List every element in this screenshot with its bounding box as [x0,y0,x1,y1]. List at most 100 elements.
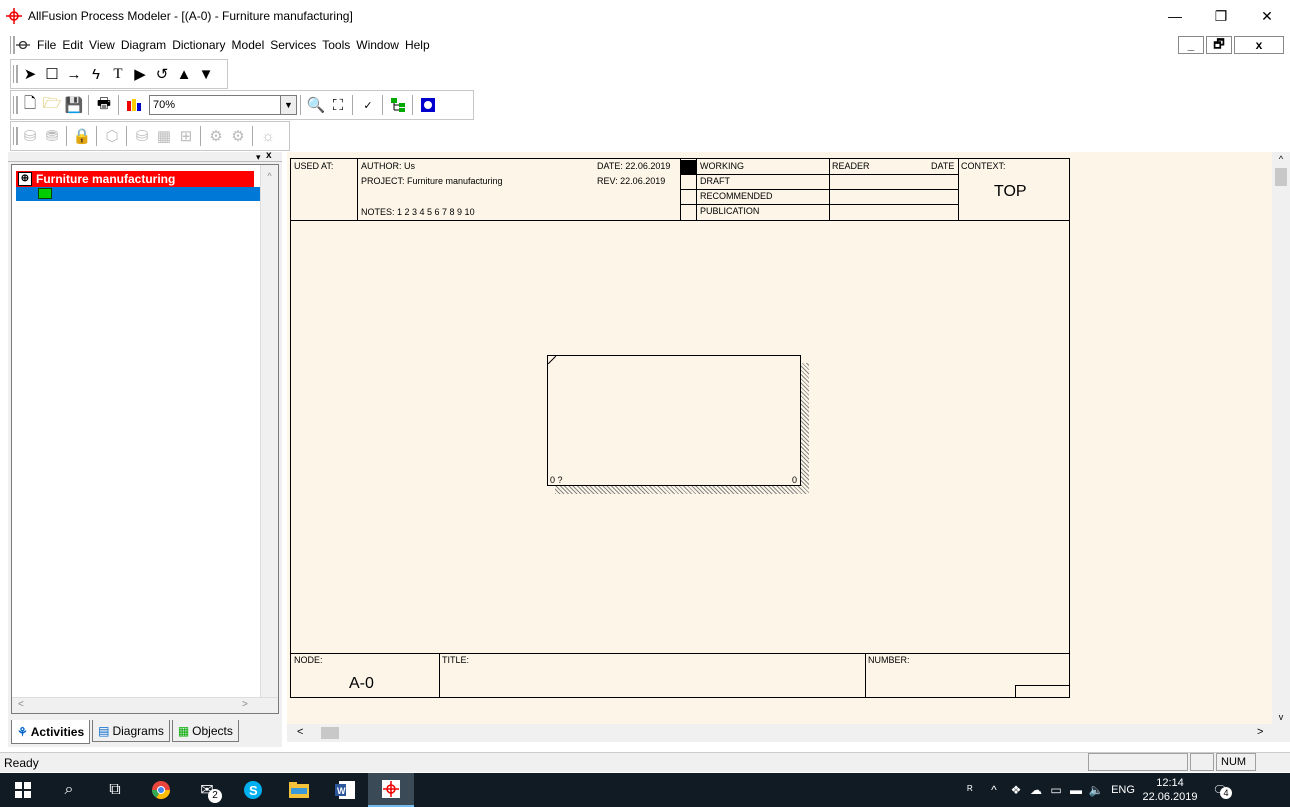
text-tool-icon[interactable]: T [107,63,129,85]
dropbox-icon[interactable]: ❖ [1006,783,1026,797]
windows-start-icon[interactable] [0,773,46,807]
scroll-right-icon[interactable]: > [1257,726,1263,738]
print-icon[interactable]: 🖶 [93,94,115,116]
arrow-tool-icon[interactable]: → [63,63,85,85]
diagram-workspace[interactable]: USED AT: AUTHOR: Us PROJECT: Furniture m… [287,152,1290,742]
workspace-vertical-scrollbar[interactable]: ^ v [1272,152,1290,726]
workspace-horizontal-scrollbar[interactable]: < > [287,724,1290,742]
save-icon[interactable]: 💾 [63,94,85,116]
volume-icon[interactable]: 🔈 [1086,783,1106,797]
tab-activities[interactable]: ⚘ Activities [11,720,91,744]
lock-icon[interactable]: 🔒 [71,125,93,147]
file-explorer-icon[interactable] [276,773,322,807]
task-view-icon[interactable]: ⧉ [92,773,138,807]
menu-dictionary[interactable]: Dictionary [169,38,228,52]
new-icon[interactable]: 🗋 [19,94,41,116]
menu-file[interactable]: File [34,38,59,52]
panel-close-icon[interactable]: x [266,150,278,162]
menu-edit[interactable]: Edit [59,38,86,52]
menu-window[interactable]: Window [353,38,402,52]
tree-horizontal-scrollbar[interactable]: < > [12,697,278,713]
panel-dock-icon[interactable]: ▾ [256,152,266,162]
toolbar-grip[interactable] [13,65,16,83]
tab-objects[interactable]: ▦ Objects [171,720,239,742]
mart-options-icon[interactable]: ⚙ [227,125,249,147]
show-hidden-icons-icon[interactable]: ^ [982,783,1006,797]
play-icon[interactable]: ▶ [129,63,151,85]
mart-connect-icon[interactable]: ⛁ [19,125,41,147]
zoom-select[interactable]: 70% ▼ [149,95,297,115]
chrome-icon[interactable] [138,773,184,807]
mart-help-icon[interactable]: ☼ [257,125,279,147]
tree-item-child[interactable] [16,187,278,201]
box-tool-icon[interactable]: ☐ [41,63,63,85]
scroll-thumb[interactable] [321,727,339,739]
clock[interactable]: 12:14 22.06.2019 [1140,776,1200,804]
menu-model[interactable]: Model [229,38,268,52]
language-indicator[interactable]: ENG [1106,784,1140,796]
mart-save-icon[interactable]: ⛁ [131,125,153,147]
footer-top-line [291,653,1069,654]
mdi-restore-button[interactable]: 🗗 [1206,36,1232,54]
activity-tree[interactable]: ⊕ Furniture manufacturing ^ v < > [11,164,279,714]
word-icon[interactable]: W [322,773,368,807]
activity-box[interactable]: 0 ? 0 [547,355,801,486]
network-monitor-icon[interactable]: ▭ [1046,783,1066,797]
spell-check-icon[interactable]: ✓ [357,94,379,116]
search-icon[interactable]: ⌕ [46,773,92,807]
system-tray: ᴿ ^ ❖ ☁ ▭ ▬ 🔈 ENG 12:14 22.06.2019 🗨 4 [958,773,1240,807]
navigator-icon[interactable] [417,94,439,116]
document-icon[interactable] [16,38,30,52]
people-icon[interactable]: ᴿ [958,783,982,797]
menu-services[interactable]: Services [267,38,319,52]
undo-icon[interactable]: ↺ [151,63,173,85]
allfusion-taskbar-icon[interactable] [368,773,414,807]
mart-users-icon[interactable]: ⚙ [205,125,227,147]
color-icon[interactable] [123,94,145,116]
mart-grid-icon[interactable]: ⊞ [175,125,197,147]
toolbar-grip[interactable] [13,96,16,114]
chevron-down-icon[interactable]: ▼ [280,96,296,114]
go-down-icon[interactable]: ▼ [195,63,217,85]
action-center-icon[interactable]: 🗨 4 [1200,783,1240,799]
tree-vertical-scrollbar[interactable]: ^ v [260,165,278,713]
close-window-button[interactable]: ✕ [1244,0,1290,32]
project-text: PROJECT: Furniture manufacturing [361,176,503,186]
mart-open-icon[interactable]: ⬡ [101,125,123,147]
scroll-left-icon[interactable]: < [18,699,24,710]
mart-disconnect-icon[interactable]: ⛃ [41,125,63,147]
restore-window-button[interactable]: ❐ [1198,0,1244,32]
menu-tools[interactable]: Tools [319,38,353,52]
header-divider [357,159,358,220]
model-explorer-icon[interactable] [387,94,409,116]
menubar-grip[interactable] [10,36,13,54]
mart-report-icon[interactable]: ▦ [153,125,175,147]
open-folder-icon[interactable]: 🗁 [41,94,63,116]
scroll-thumb[interactable] [1275,168,1287,186]
minimize-window-button[interactable]: — [1152,0,1198,32]
toolbar-grip[interactable] [13,127,16,145]
tree-item-root[interactable]: ⊕ Furniture manufacturing [16,171,254,187]
battery-icon[interactable]: ▬ [1066,783,1086,797]
tab-diagrams[interactable]: ▤ Diagrams [92,720,170,742]
mdi-close-button[interactable]: x [1234,36,1284,54]
header-row-line [680,204,958,205]
scroll-up-icon[interactable]: ^ [261,171,278,181]
scroll-up-icon[interactable]: ^ [1272,154,1290,164]
zoom-in-icon[interactable]: 🔍 [305,94,327,116]
zoom-fit-icon[interactable]: ⛶ [327,94,349,116]
go-up-icon[interactable]: ▲ [173,63,195,85]
skype-icon[interactable]: S [230,773,276,807]
panel-header [8,152,282,162]
squiggle-tool-icon[interactable]: ϟ [85,63,107,85]
mail-icon[interactable]: ✉ 2 [184,773,230,807]
mdi-minimize-button[interactable]: _ [1178,36,1204,54]
onedrive-icon[interactable]: ☁ [1026,783,1046,797]
menu-view[interactable]: View [86,38,118,52]
menu-diagram[interactable]: Diagram [118,38,169,52]
pointer-icon[interactable]: ➤ [19,63,41,85]
scroll-down-icon[interactable]: v [1272,712,1290,722]
scroll-left-icon[interactable]: < [297,726,303,738]
menu-help[interactable]: Help [402,38,433,52]
scroll-right-icon[interactable]: > [242,699,248,710]
